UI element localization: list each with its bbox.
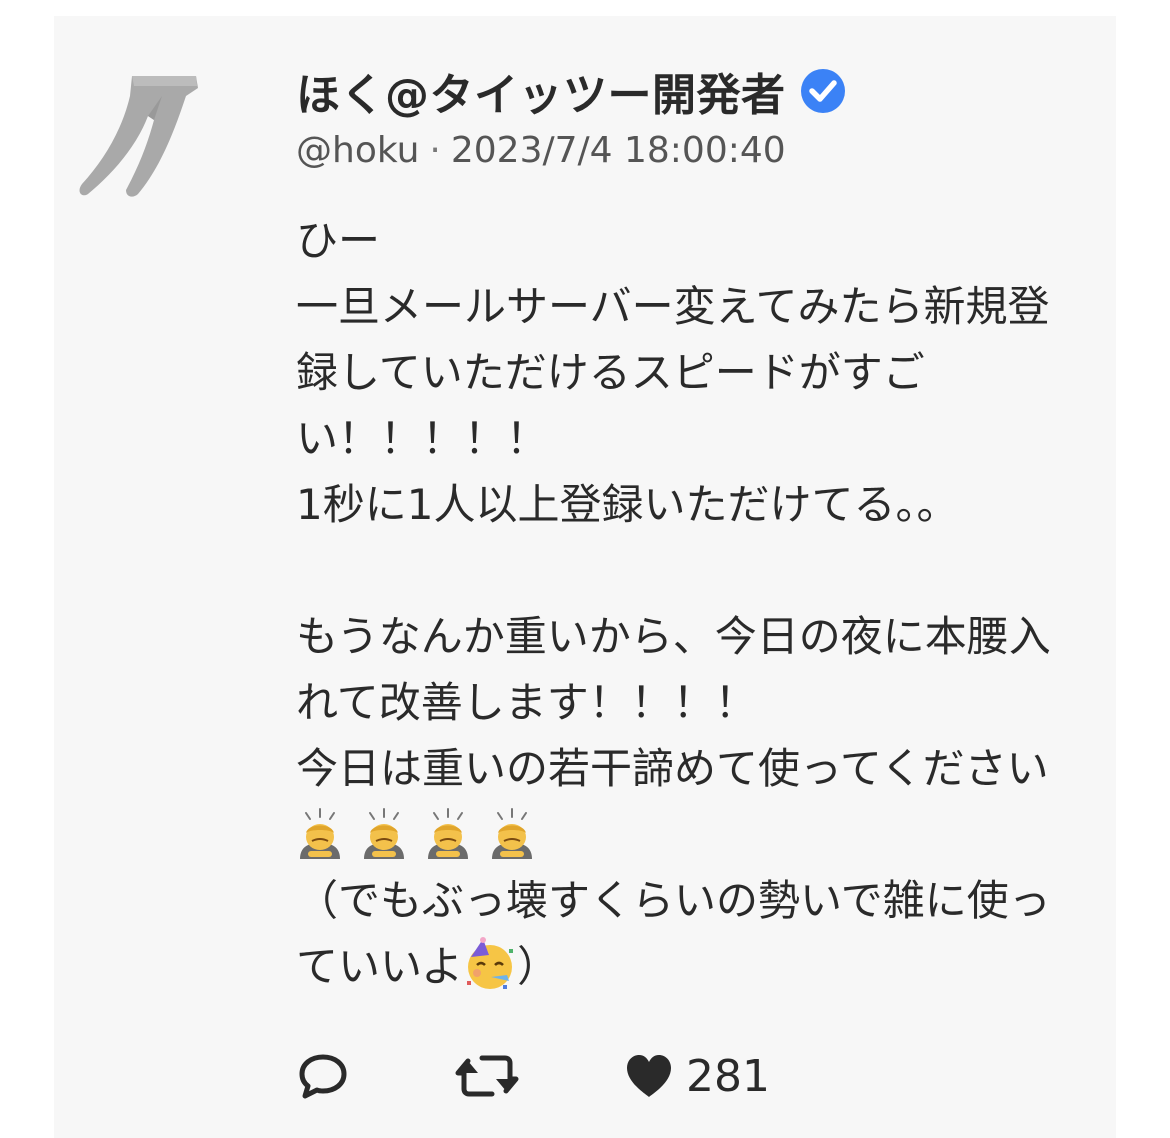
user-handle[interactable]: @hoku	[296, 130, 419, 171]
tights-avatar-icon[interactable]	[74, 72, 204, 202]
action-bar: 281	[296, 1036, 770, 1116]
meta-separator: ·	[429, 130, 441, 171]
body-line: （でもぶっ壊すくらいの勢いで雑に使っ	[296, 876, 1051, 925]
verified-check-icon	[800, 69, 845, 113]
page: ほく@タイッツー開発者 @hoku · 2023/7/4 18:00:40 ひー 一…	[0, 0, 1170, 1138]
bowing-emoji-row	[296, 802, 1116, 868]
post-body: ひー 一旦メールサーバー変えてみたら新規登 録していただけるスピードがすご い！…	[296, 208, 1116, 1000]
like-button[interactable]: 281	[624, 1051, 770, 1102]
heart-icon[interactable]	[624, 1053, 674, 1099]
body-line: ひー	[296, 216, 381, 265]
post-timestamp[interactable]: 2023/7/4 18:00:40	[451, 130, 786, 171]
body-text: ）	[517, 942, 560, 991]
retweet-button[interactable]	[350, 1049, 520, 1103]
body-line: 今日は重いの若干諦めて使ってください	[296, 744, 1049, 793]
person-bowing-icon	[364, 808, 404, 859]
retweet-icon[interactable]	[454, 1049, 520, 1103]
body-line-final: ていいよ ）	[296, 934, 1116, 1000]
body-line: い！！！！！	[296, 414, 549, 463]
body-text: ていいよ	[296, 942, 464, 991]
partying-face-icon	[467, 937, 514, 989]
like-count: 281	[686, 1050, 770, 1102]
body-line: 1秒に1人以上登録いただけてる。。	[296, 480, 959, 529]
reply-button[interactable]	[296, 1049, 350, 1103]
body-line: れて改善します！！！！	[296, 678, 757, 727]
body-line-blank	[296, 538, 1116, 604]
body-line: もうなんか重いから、今日の夜に本腰入	[296, 612, 1051, 661]
name-row: ほく@タイッツー開発者	[296, 59, 1116, 123]
person-bowing-icon	[492, 808, 532, 859]
display-name[interactable]: ほく@タイッツー開発者	[296, 59, 786, 123]
post-header: ほく@タイッツー開発者 @hoku · 2023/7/4 18:00:40	[296, 62, 1116, 171]
reply-icon[interactable]	[296, 1049, 350, 1103]
body-line: 録していただけるスピードがすご	[296, 348, 925, 397]
body-line: 一旦メールサーバー変えてみたら新規登	[296, 282, 1050, 331]
meta-row: @hoku · 2023/7/4 18:00:40	[296, 130, 1116, 171]
person-bowing-icon	[428, 808, 468, 859]
person-bowing-icon	[300, 808, 340, 859]
